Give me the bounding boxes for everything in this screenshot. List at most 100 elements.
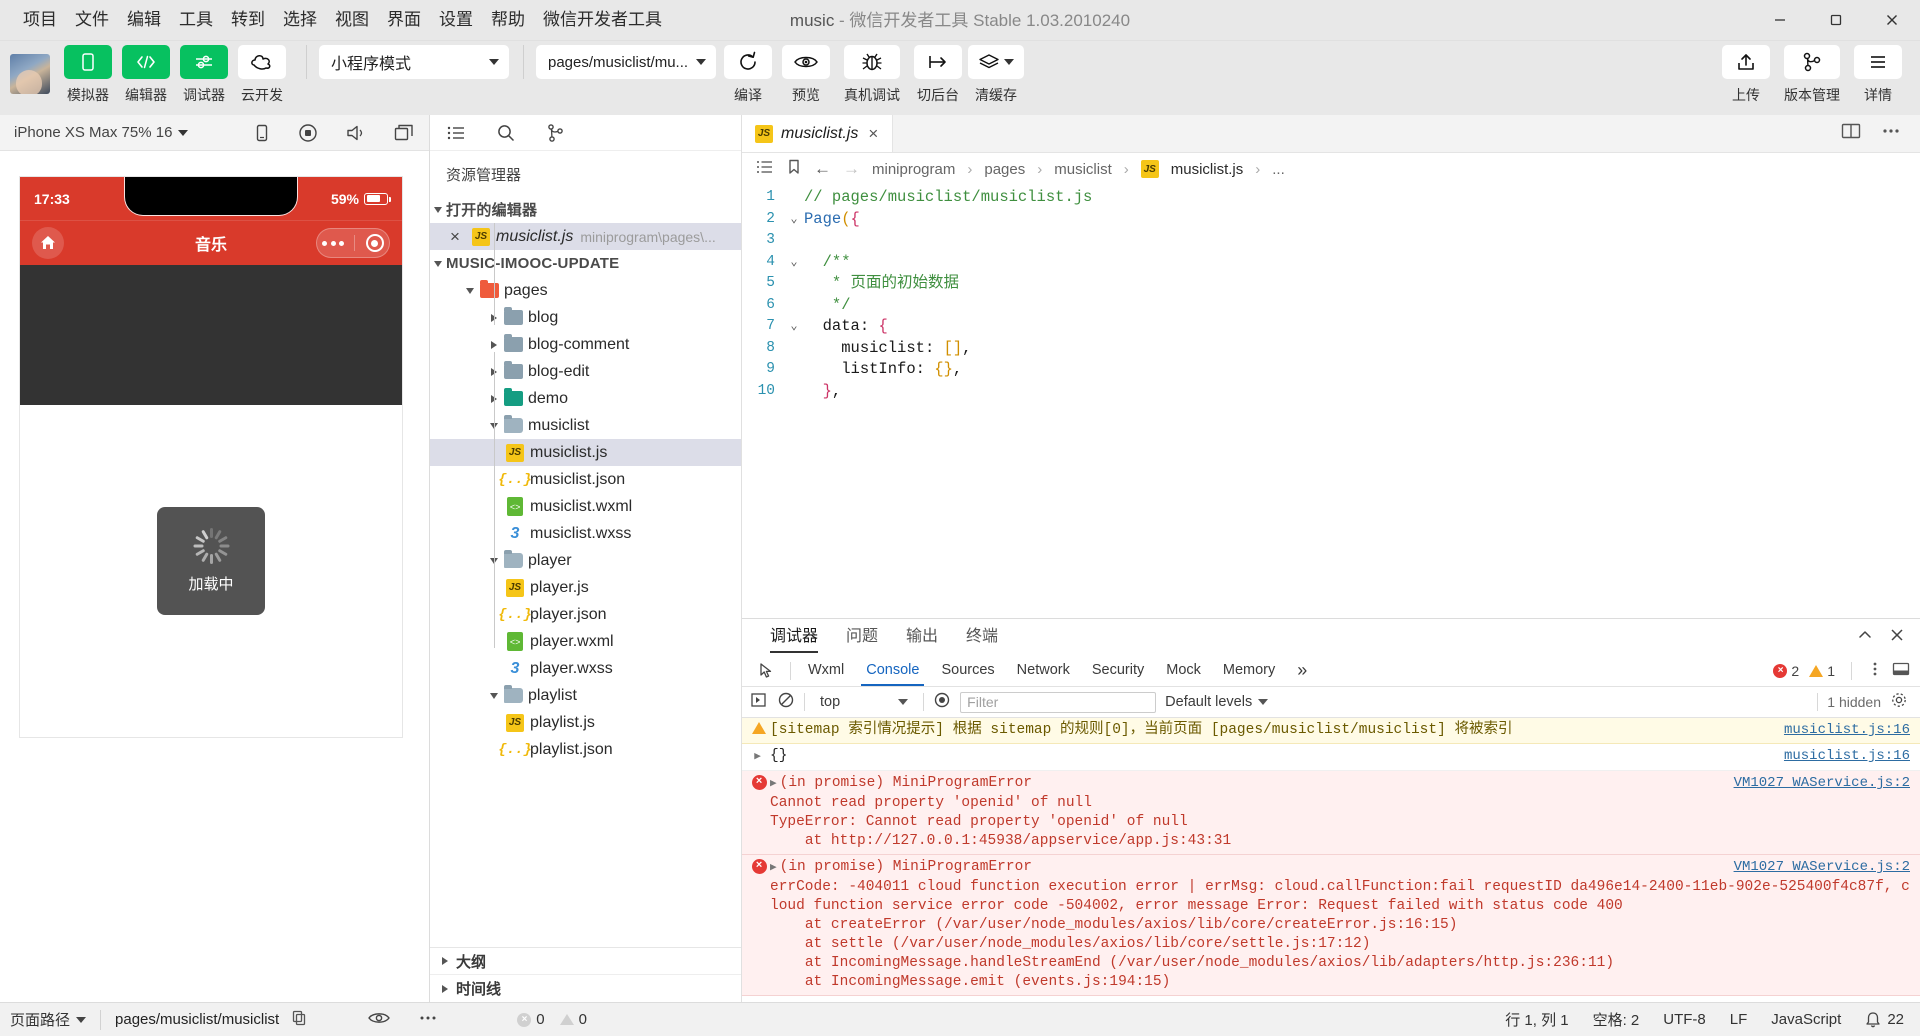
tab-overflow[interactable]: » <box>1286 655 1318 686</box>
open-editors-section[interactable]: 打开的编辑器 <box>430 196 741 223</box>
console-message[interactable]: × ▶ (in promise) MiniProgramError errCode… <box>742 855 1920 996</box>
breadcrumb-miniprogram[interactable]: miniprogram <box>872 161 955 178</box>
menu-item-interface[interactable]: 界面 <box>378 6 430 34</box>
chevron-down-icon[interactable] <box>462 287 478 294</box>
background-button[interactable]: 切后台 <box>912 45 964 105</box>
eol-mode[interactable]: LF <box>1730 1011 1748 1028</box>
more-icon[interactable] <box>417 1010 439 1030</box>
tree-row[interactable]: demo <box>430 385 741 412</box>
tab-security[interactable]: Security <box>1081 655 1155 686</box>
chevron-down-icon[interactable] <box>486 692 502 699</box>
menu-item-view[interactable]: 视图 <box>326 6 378 34</box>
cursor-position[interactable]: 行 1, 列 1 <box>1505 1009 1568 1030</box>
language-mode[interactable]: JavaScript <box>1771 1011 1841 1028</box>
tree-row[interactable]: JS musiclist.js <box>430 439 741 466</box>
clear-cache-button[interactable]: 清缓存 <box>968 45 1024 105</box>
tree-row[interactable]: JS playlist.js <box>430 709 741 736</box>
console-message[interactable]: × ▶ (in promise) MiniProgramError Cannot … <box>742 771 1920 855</box>
close-icon[interactable] <box>1888 627 1906 648</box>
tree-row[interactable]: {..} playlist.json <box>430 736 741 763</box>
tab-sources[interactable]: Sources <box>930 655 1005 686</box>
tree-row[interactable]: player <box>430 547 741 574</box>
window-icon[interactable] <box>393 123 415 143</box>
back-arrow-icon[interactable]: ← <box>814 159 831 179</box>
timeline-pane[interactable]: 时间线 <box>430 975 741 1002</box>
console-message-source[interactable]: VM1027 WAService.js:2 <box>1734 774 1910 793</box>
tree-row[interactable]: <> player.wxml <box>430 628 741 655</box>
tree-row[interactable]: blog-edit <box>430 358 741 385</box>
tree-row[interactable]: playlist <box>430 682 741 709</box>
tree-row[interactable]: blog <box>430 304 741 331</box>
rotate-icon[interactable] <box>253 123 271 143</box>
branch-icon[interactable] <box>546 123 566 143</box>
close-button[interactable] <box>1864 0 1920 41</box>
tab-network[interactable]: Network <box>1006 655 1081 686</box>
console-message[interactable]: [sitemap 索引情况提示] 根据 sitemap 的规则[0]，当前页面 … <box>742 718 1920 744</box>
mode-select[interactable]: 小程序模式 <box>319 45 509 79</box>
menu-item-select[interactable]: 选择 <box>274 6 326 34</box>
real-device-debug-button[interactable]: 真机调试 <box>838 45 906 105</box>
kebab-icon[interactable] <box>1868 660 1882 681</box>
details-button[interactable]: 详情 <box>1852 45 1904 105</box>
problems-status[interactable]: × 0 0 <box>517 1011 587 1028</box>
page-select[interactable]: pages/musiclist/mu... <box>536 45 716 79</box>
code-editor[interactable]: 1// pages/musiclist/musiclist.js 2 ⌄ Page(… <box>742 185 1920 618</box>
tree-row[interactable]: JS player.js <box>430 574 741 601</box>
device-select[interactable]: iPhone XS Max 75% 16 <box>14 124 189 141</box>
eye-icon[interactable] <box>367 1010 391 1030</box>
preview-button[interactable]: 预览 <box>780 45 832 105</box>
breadcrumb-musiclist[interactable]: musiclist <box>1054 161 1112 178</box>
upload-button[interactable]: 上传 <box>1720 45 1772 105</box>
compile-button[interactable]: 编译 <box>722 45 774 105</box>
outline-icon[interactable] <box>756 159 774 179</box>
console-message-source[interactable]: VM1027 WAService.js:2 <box>1734 858 1910 877</box>
settings-icon[interactable] <box>1890 691 1912 713</box>
tree-row[interactable]: 3 player.wxss <box>430 655 741 682</box>
project-root-row[interactable]: MUSIC-IMOOC-UPDATE <box>430 250 741 277</box>
tab-memory[interactable]: Memory <box>1212 655 1286 686</box>
tree-row[interactable]: blog-comment <box>430 331 741 358</box>
breadcrumb-pages[interactable]: pages <box>984 161 1025 178</box>
breadcrumb-more[interactable]: ... <box>1272 161 1285 178</box>
expand-icon[interactable]: ▶ <box>748 747 770 767</box>
tab-debugger[interactable]: 调试器 <box>756 619 832 655</box>
fold-toggle[interactable]: ⌄ <box>784 209 804 231</box>
home-icon[interactable] <box>32 227 64 259</box>
search-icon[interactable] <box>496 123 516 143</box>
menu-item-help[interactable]: 帮助 <box>482 6 534 34</box>
filter-input[interactable]: Filter <box>960 691 1157 713</box>
record-icon[interactable] <box>297 122 319 144</box>
console-message-source[interactable]: musiclist.js:16 <box>1784 721 1910 740</box>
split-editor-icon[interactable] <box>1840 122 1862 145</box>
tab-terminal[interactable]: 终端 <box>952 619 1012 655</box>
console-message-source[interactable]: musiclist.js:16 <box>1784 747 1910 766</box>
tree-row[interactable]: pages <box>430 277 741 304</box>
inspect-icon[interactable] <box>750 662 784 680</box>
debugger-toggle-button[interactable]: 调试器 <box>178 45 230 105</box>
menu-item-project[interactable]: 项目 <box>14 6 66 34</box>
encoding[interactable]: UTF-8 <box>1663 1011 1706 1028</box>
indentation[interactable]: 空格: 2 <box>1593 1009 1640 1030</box>
tree-row[interactable]: musiclist <box>430 412 741 439</box>
tree-row[interactable]: <> musiclist.wxml <box>430 493 741 520</box>
live-expression-icon[interactable] <box>933 691 951 713</box>
copy-icon[interactable] <box>291 1009 307 1031</box>
chevron-right-icon[interactable] <box>486 340 502 349</box>
outline-pane[interactable]: 大纲 <box>430 948 741 975</box>
tree-row[interactable]: 3 musiclist.wxss <box>430 520 741 547</box>
menu-item-settings[interactable]: 设置 <box>430 6 482 34</box>
menu-item-tools[interactable]: 工具 <box>170 6 222 34</box>
avatar[interactable] <box>10 54 50 94</box>
more-icon[interactable] <box>1880 122 1902 145</box>
sound-icon[interactable] <box>345 123 367 143</box>
menu-item-goto[interactable]: 转到 <box>222 6 274 34</box>
warning-badge[interactable]: 1 <box>1809 663 1835 679</box>
context-select[interactable]: top <box>814 694 914 710</box>
explorer-tree[interactable]: 打开的编辑器 × JS musiclist.js miniprogram\pag… <box>430 196 741 947</box>
chevron-up-icon[interactable] <box>1856 628 1874 647</box>
breadcrumb-file[interactable]: musiclist.js <box>1171 161 1244 178</box>
menu-item-file[interactable]: 文件 <box>66 6 118 34</box>
log-levels-select[interactable]: Default levels <box>1165 694 1269 710</box>
open-editor-item[interactable]: × JS musiclist.js miniprogram\pages\... <box>430 223 741 250</box>
tree-row[interactable]: {..} player.json <box>430 601 741 628</box>
